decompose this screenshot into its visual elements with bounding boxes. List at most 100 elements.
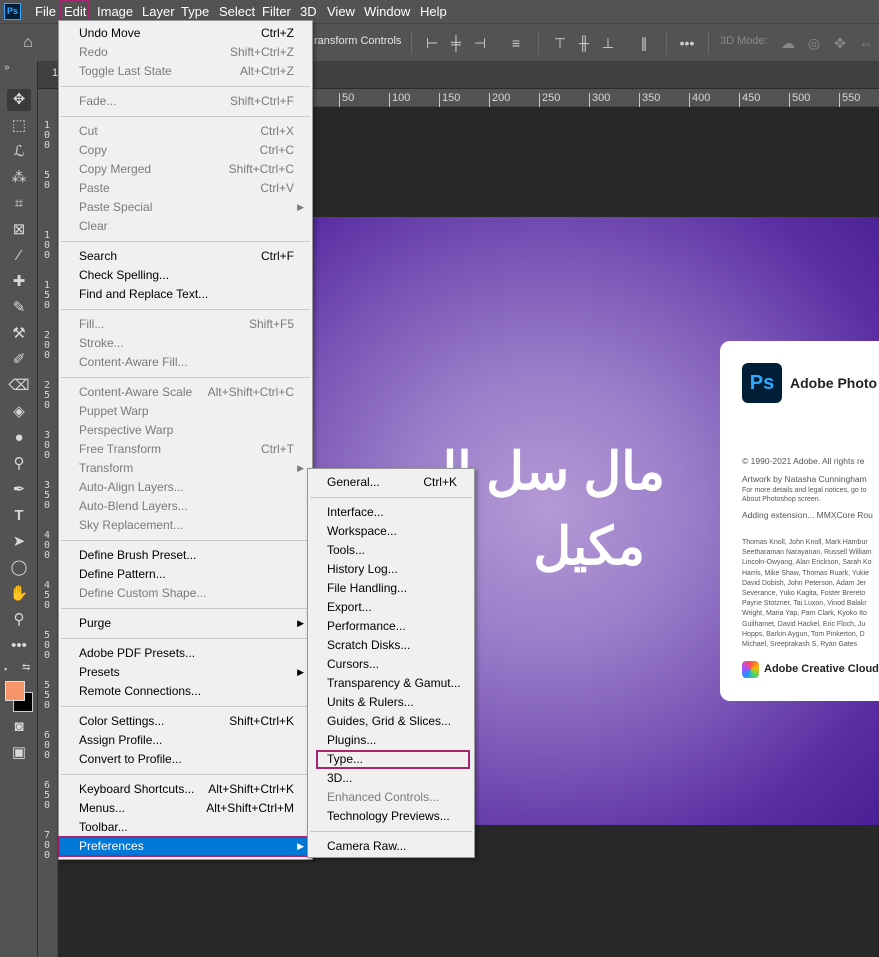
menu-help[interactable]: Help xyxy=(416,0,451,23)
ellipse-tool-icon[interactable]: ◯ xyxy=(7,557,31,579)
menu-item-fill[interactable]: Fill... Shift+F5 xyxy=(59,315,312,334)
menu-item-cut[interactable]: Cut Ctrl+X xyxy=(59,122,312,141)
eyedropper-tool-icon[interactable]: ⁄ xyxy=(7,245,31,267)
menu-item-history-log[interactable]: History Log... xyxy=(308,560,474,579)
menu-item-undo-move[interactable]: Undo Move Ctrl+Z xyxy=(59,24,312,43)
menu-item-sky-replacement[interactable]: Sky Replacement... xyxy=(59,516,312,535)
menu-item-export[interactable]: Export... xyxy=(308,598,474,617)
menu-item-scratch-disks[interactable]: Scratch Disks... xyxy=(308,636,474,655)
menu-item-guides-grid-and-slices[interactable]: Guides, Grid & Slices... xyxy=(308,712,474,731)
menu-file[interactable]: File xyxy=(31,0,60,23)
menu-item-remote-connections[interactable]: Remote Connections... xyxy=(59,682,312,701)
distribute-vertical-icon[interactable]: ∥ xyxy=(634,33,654,53)
align-right-icon[interactable]: ⊣ xyxy=(470,33,490,53)
stamp-tool-icon[interactable]: ⚒ xyxy=(7,323,31,345)
align-left-icon[interactable]: ⊢ xyxy=(422,33,442,53)
menu-item-free-transform[interactable]: Free Transform Ctrl+T xyxy=(59,440,312,459)
paint-bucket-tool-icon[interactable]: ◈ xyxy=(7,401,31,423)
type-tool-icon[interactable]: T xyxy=(7,505,31,527)
menu-item-auto-align-layers[interactable]: Auto-Align Layers... xyxy=(59,478,312,497)
menu-item-paste-special[interactable]: Paste Special ▶ xyxy=(59,198,312,217)
menu-item-3d[interactable]: 3D... xyxy=(308,769,474,788)
frame-tool-icon[interactable]: ⊠ xyxy=(7,219,31,241)
menu-item-color-settings[interactable]: Color Settings... Shift+Ctrl+K xyxy=(59,712,312,731)
menu-item-clear[interactable]: Clear xyxy=(59,217,312,236)
menu-item-presets[interactable]: Presets ▶ xyxy=(59,663,312,682)
menu-item-tools[interactable]: Tools... xyxy=(308,541,474,560)
3d-pan-icon[interactable]: ✥ xyxy=(830,33,850,53)
menu-item-content-aware-fill[interactable]: Content-Aware Fill... xyxy=(59,353,312,372)
zoom-tool-icon[interactable]: ⚲ xyxy=(7,609,31,631)
collapse-icon[interactable]: » xyxy=(4,62,10,73)
eraser-tool-icon[interactable]: ⌫ xyxy=(7,375,31,397)
menu-item-file-handling[interactable]: File Handling... xyxy=(308,579,474,598)
lasso-tool-icon[interactable]: ℒ xyxy=(7,141,31,163)
menu-item-type[interactable]: Type... xyxy=(308,750,474,769)
menu-item-copy[interactable]: Copy Ctrl+C xyxy=(59,141,312,160)
history-brush-tool-icon[interactable]: ✐ xyxy=(7,349,31,371)
menu-item-enhanced-controls[interactable]: Enhanced Controls... xyxy=(308,788,474,807)
menu-item-camera-raw[interactable]: Camera Raw... xyxy=(308,837,474,856)
menu-item-fade[interactable]: Fade... Shift+Ctrl+F xyxy=(59,92,312,111)
menu-item-paste[interactable]: Paste Ctrl+V xyxy=(59,179,312,198)
align-center-icon[interactable]: ╪ xyxy=(446,33,466,53)
blur-tool-icon[interactable]: ● xyxy=(7,427,31,449)
menu-item-workspace[interactable]: Workspace... xyxy=(308,522,474,541)
menu-item-content-aware-scale[interactable]: Content-Aware Scale Alt+Shift+Ctrl+C xyxy=(59,383,312,402)
menu-item-keyboard-shortcuts[interactable]: Keyboard Shortcuts... Alt+Shift+Ctrl+K xyxy=(59,780,312,799)
default-colors-icon[interactable]: ▪ xyxy=(4,664,7,674)
align-bottom-icon[interactable]: ⊥ xyxy=(598,33,618,53)
marquee-tool-icon[interactable]: ⬚ xyxy=(7,115,31,137)
menu-item-technology-previews[interactable]: Technology Previews... xyxy=(308,807,474,826)
3d-slide-icon[interactable]: ⇔ xyxy=(856,33,876,53)
3d-orbit-icon[interactable]: ☁ xyxy=(778,33,798,53)
menu-item-define-custom-shape[interactable]: Define Custom Shape... xyxy=(59,584,312,603)
hand-tool-icon[interactable]: ✋ xyxy=(7,583,31,605)
distribute-icon[interactable]: ≡ xyxy=(506,33,526,53)
brush-tool-icon[interactable]: ✎ xyxy=(7,297,31,319)
menu-item-define-brush-preset[interactable]: Define Brush Preset... xyxy=(59,546,312,565)
more-options-icon[interactable]: ••• xyxy=(677,33,697,53)
menu-item-redo[interactable]: Redo Shift+Ctrl+Z xyxy=(59,43,312,62)
menu-view[interactable]: View xyxy=(323,0,359,23)
magic-wand-tool-icon[interactable]: ⁂ xyxy=(7,167,31,189)
menu-item-assign-profile[interactable]: Assign Profile... xyxy=(59,731,312,750)
align-top-icon[interactable]: ⊤ xyxy=(550,33,570,53)
menu-item-preferences[interactable]: Preferences ▶ xyxy=(58,836,313,857)
menu-item-cursors[interactable]: Cursors... xyxy=(308,655,474,674)
crop-tool-icon[interactable]: ⌗ xyxy=(7,193,31,215)
menu-item-plugins[interactable]: Plugins... xyxy=(308,731,474,750)
healing-brush-tool-icon[interactable]: ✚ xyxy=(7,271,31,293)
menu-item-stroke[interactable]: Stroke... xyxy=(59,334,312,353)
pen-tool-icon[interactable]: ✒ xyxy=(7,479,31,501)
menu-item-interface[interactable]: Interface... xyxy=(308,503,474,522)
menu-item-perspective-warp[interactable]: Perspective Warp xyxy=(59,421,312,440)
foreground-color-swatch[interactable] xyxy=(5,681,25,701)
screen-mode-icon[interactable]: ▣ xyxy=(7,742,31,764)
menu-item-transparency-and-gamut[interactable]: Transparency & Gamut... xyxy=(308,674,474,693)
home-icon[interactable]: ⌂ xyxy=(18,33,38,53)
menu-item-general[interactable]: General... Ctrl+K xyxy=(308,473,474,492)
transform-controls-label[interactable]: ransform Controls xyxy=(314,35,401,47)
menu-item-check-spelling[interactable]: Check Spelling... xyxy=(59,266,312,285)
menu-item-toolbar[interactable]: Toolbar... xyxy=(59,818,312,837)
menu-item-purge[interactable]: Purge ▶ xyxy=(59,614,312,633)
menu-item-puppet-warp[interactable]: Puppet Warp xyxy=(59,402,312,421)
swap-colors-icon[interactable]: ⇆ xyxy=(22,662,30,673)
photoshop-logo-icon[interactable]: Ps xyxy=(4,3,21,20)
menu-item-convert-to-profile[interactable]: Convert to Profile... xyxy=(59,750,312,769)
align-middle-icon[interactable]: ╫ xyxy=(574,33,594,53)
dodge-tool-icon[interactable]: ⚲ xyxy=(7,453,31,475)
menu-item-adobe-pdf-presets[interactable]: Adobe PDF Presets... xyxy=(59,644,312,663)
menu-item-search[interactable]: Search Ctrl+F xyxy=(59,247,312,266)
menu-item-performance[interactable]: Performance... xyxy=(308,617,474,636)
menu-item-copy-merged[interactable]: Copy Merged Shift+Ctrl+C xyxy=(59,160,312,179)
menu-window[interactable]: Window xyxy=(360,0,414,23)
menu-item-find-and-replace-text[interactable]: Find and Replace Text... xyxy=(59,285,312,304)
menu-item-toggle-last-state[interactable]: Toggle Last State Alt+Ctrl+Z xyxy=(59,62,312,81)
menu-item-transform[interactable]: Transform ▶ xyxy=(59,459,312,478)
3d-roll-icon[interactable]: ◎ xyxy=(804,33,824,53)
menu-item-menus[interactable]: Menus... Alt+Shift+Ctrl+M xyxy=(59,799,312,818)
edit-toolbar-icon[interactable]: ••• xyxy=(7,635,31,657)
menu-item-auto-blend-layers[interactable]: Auto-Blend Layers... xyxy=(59,497,312,516)
